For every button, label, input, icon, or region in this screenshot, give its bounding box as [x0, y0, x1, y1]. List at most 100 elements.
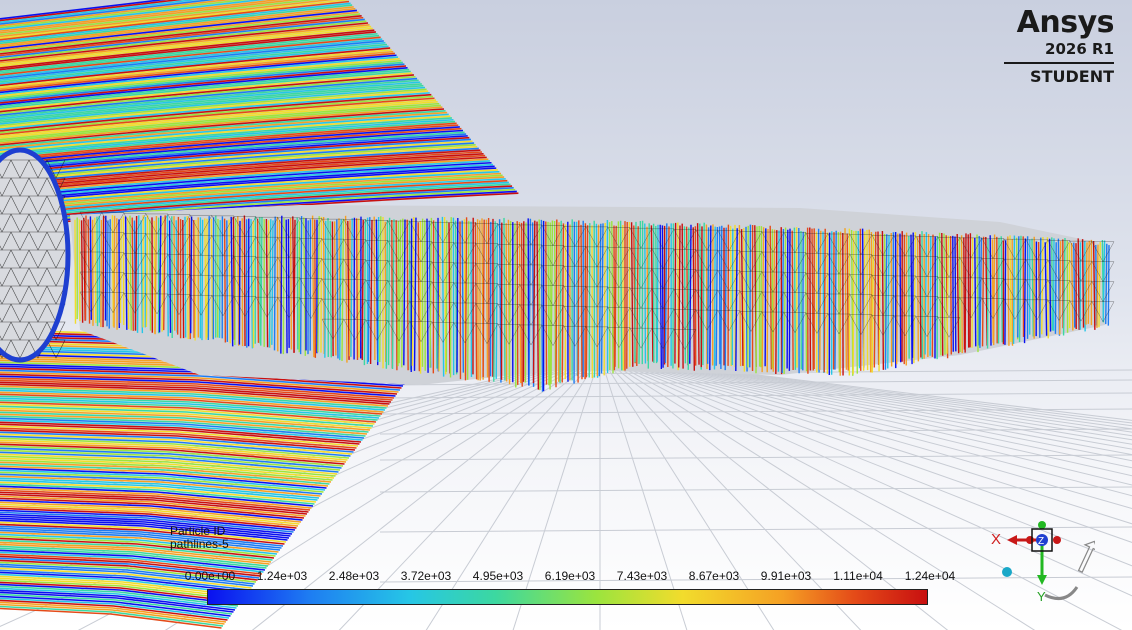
pathline	[647, 223, 650, 369]
pathline	[182, 219, 185, 339]
pathline	[766, 228, 769, 373]
pathline	[954, 236, 957, 352]
pathline	[173, 216, 176, 331]
pathline	[743, 227, 746, 372]
pathline	[974, 237, 977, 347]
pathline	[823, 228, 826, 373]
pathline	[285, 219, 288, 354]
pathline	[149, 219, 152, 331]
pathline	[877, 231, 880, 365]
pathlines	[0, 0, 1110, 629]
logo-edition: STUDENT	[1030, 67, 1114, 86]
x-handle-dot	[1026, 536, 1034, 544]
pathline	[575, 221, 579, 377]
ansys-logo: Ansys 2026 R1 STUDENT	[1004, 5, 1115, 87]
pathline	[194, 219, 197, 341]
rotate-curve-icon[interactable]	[1044, 586, 1079, 601]
pathline	[201, 219, 204, 341]
pathline	[1087, 240, 1090, 324]
graphics-viewport[interactable]: Ansys 2026 R1 STUDENT Particle ID pathli…	[0, 0, 1132, 630]
pathline	[299, 216, 303, 355]
pathline	[189, 216, 193, 334]
pathline	[1073, 242, 1076, 328]
axis-triad[interactable]: X Y Z	[985, 515, 1095, 625]
pathline	[456, 217, 459, 373]
colormap-bar[interactable]	[207, 589, 928, 605]
pathline	[108, 219, 111, 329]
pathline	[749, 224, 752, 368]
pathline	[1054, 242, 1057, 334]
pathline	[119, 218, 122, 324]
pathline	[1095, 244, 1098, 326]
pathline	[1046, 237, 1049, 339]
pathline	[331, 221, 334, 357]
pathline	[646, 226, 649, 362]
z-axis-label: Z	[1038, 536, 1044, 547]
colormap-title: Particle ID pathlines-5	[170, 525, 229, 551]
pathline	[967, 234, 970, 348]
logo-divider	[1004, 62, 1114, 64]
pathline	[1012, 235, 1016, 344]
pathline	[314, 219, 317, 358]
x-axis-arrow	[1007, 535, 1017, 545]
pathline	[852, 231, 855, 375]
pathline	[237, 216, 240, 346]
pathline	[296, 217, 299, 350]
pathline	[449, 217, 452, 378]
pathline	[524, 222, 527, 383]
pathline	[503, 217, 506, 381]
pathline	[545, 221, 548, 385]
pathline	[793, 227, 797, 370]
pathline	[622, 225, 625, 371]
pathline	[705, 224, 708, 369]
grid-line	[379, 486, 1132, 493]
pathline	[929, 236, 932, 356]
pathline	[992, 234, 996, 346]
pathline	[764, 228, 767, 367]
colormap-tick-label: 0.00e+00	[184, 569, 236, 583]
rotate-arrow-icon[interactable]	[1074, 538, 1095, 574]
pathline	[96, 216, 99, 327]
pathline	[580, 224, 583, 380]
pathline	[809, 227, 812, 371]
pathline	[941, 232, 944, 356]
pathline	[713, 226, 716, 370]
pathline	[175, 220, 178, 333]
colormap-tick-label: 7.43e+03	[616, 569, 668, 583]
pathline	[588, 223, 591, 378]
pathline	[361, 219, 364, 360]
pathline	[963, 237, 966, 350]
pathline	[324, 220, 327, 358]
pathline	[516, 221, 519, 385]
pathline	[226, 220, 229, 342]
y-axis-arrow	[1037, 575, 1047, 585]
pathline	[514, 223, 517, 388]
pathline	[656, 224, 659, 362]
colormap-tick-label: 9.91e+03	[760, 569, 812, 583]
logo-version: 2026 R1	[1045, 40, 1114, 58]
pathline	[866, 229, 869, 371]
pathline	[184, 216, 187, 338]
pathline	[238, 220, 241, 345]
pathline	[322, 217, 325, 354]
pathline	[207, 216, 210, 341]
pathline	[555, 219, 558, 388]
pathline	[373, 216, 376, 361]
pathline	[395, 220, 398, 371]
colormap-tick-label: 2.48e+03	[328, 569, 380, 583]
pathline	[700, 226, 703, 368]
origin-sphere	[1002, 567, 1012, 577]
pathline	[927, 233, 930, 358]
pathline	[1023, 238, 1027, 344]
logo-brand: Ansys	[1016, 5, 1115, 40]
colormap-tick-label: 3.72e+03	[400, 569, 452, 583]
x-handle-dot-2	[1053, 536, 1061, 544]
pathline	[644, 223, 647, 364]
pathline	[655, 225, 658, 364]
pathline	[1081, 239, 1085, 328]
pathline	[731, 228, 734, 366]
colormap-tick-label: 1.11e+04	[833, 569, 883, 583]
pathline	[243, 215, 246, 347]
y-handle-dot	[1038, 521, 1046, 529]
pathline	[106, 220, 109, 327]
